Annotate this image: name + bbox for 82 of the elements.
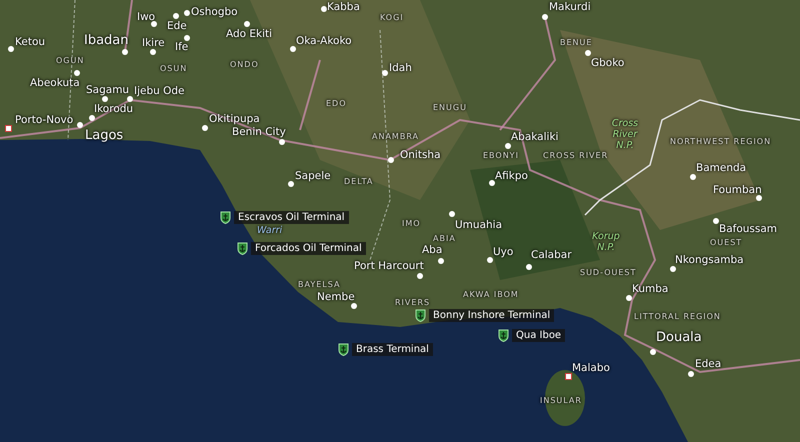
anchor-shield-icon[interactable] xyxy=(237,242,248,255)
city-label: Nkongsamba xyxy=(675,254,744,266)
city-label: Iwo xyxy=(137,11,156,24)
city-label: Ketou xyxy=(15,36,46,48)
city-label: Aba xyxy=(422,244,442,256)
capital-marker-icon xyxy=(565,373,572,380)
terminal-label: Escravos Oil Terminal xyxy=(234,211,349,224)
anchor-shield-icon[interactable] xyxy=(220,211,231,224)
city-label: Kumba xyxy=(632,283,668,296)
terminal-label: Forcados Oil Terminal xyxy=(251,242,366,255)
city-label: Ife xyxy=(175,41,188,54)
region-label: ONDO xyxy=(230,60,259,70)
region-label: ANAMBRA xyxy=(372,132,420,142)
city-label: Kabba xyxy=(327,1,360,14)
city-dot-icon xyxy=(127,96,133,102)
city-label: Benin City xyxy=(232,126,286,138)
anchor-shield-icon[interactable] xyxy=(338,343,349,356)
region-label: EDO xyxy=(326,99,347,108)
city-label: Calabar xyxy=(531,249,572,262)
city-label: Makurdi xyxy=(549,1,591,14)
city-label: Douala xyxy=(656,331,702,346)
city-label: Ede xyxy=(167,20,187,32)
region-label: INSULAR xyxy=(540,396,582,406)
city-label: Port Harcourt xyxy=(354,260,424,272)
city-dot-icon xyxy=(351,303,357,309)
region-label: EBONYI xyxy=(483,151,519,160)
city-label: Bafoussam xyxy=(719,223,778,236)
city-dot-icon xyxy=(102,96,108,102)
region-label: OSUN xyxy=(160,64,188,74)
region-label: BENUE xyxy=(560,38,592,48)
city-label: Ijebu Ode xyxy=(134,85,185,98)
terminal-label: Brass Terminal xyxy=(352,343,433,356)
region-label: IMO xyxy=(402,219,421,228)
city-label: Oshogbo xyxy=(191,6,238,18)
city-dot-icon xyxy=(151,21,157,27)
city-label: Edea xyxy=(695,358,722,370)
city-label: Ikire xyxy=(142,37,165,50)
region-label: KOGI xyxy=(380,13,404,22)
city-label: Idah xyxy=(389,62,412,74)
water-label: Warri xyxy=(257,226,282,237)
city-label: Gboko xyxy=(591,57,624,70)
city-dot-icon xyxy=(756,195,762,201)
park-label: Cross River N.P. xyxy=(610,119,640,152)
region-label: DELTA xyxy=(344,177,374,186)
anchor-shield-icon[interactable] xyxy=(415,309,426,322)
region-label: OUEST xyxy=(710,238,742,248)
city-label: Nembe xyxy=(317,291,355,304)
city-label: Onitsha xyxy=(400,149,441,162)
city-label: Porto-Novo xyxy=(15,114,74,126)
region-label: ABIA xyxy=(433,234,456,244)
city-label: Okitipupa xyxy=(209,113,260,126)
region-label: RIVERS xyxy=(395,298,430,308)
city-label: Lagos xyxy=(85,129,124,144)
city-label: Oka-Akoko xyxy=(296,35,352,48)
region-label: NORTHWEST REGION xyxy=(670,137,772,146)
terminal-label: Bonny Inshore Terminal xyxy=(429,309,554,322)
city-label: Ikorodu xyxy=(94,103,134,116)
region-label: CROSS RIVER xyxy=(543,151,608,160)
city-label: Bamenda xyxy=(696,162,746,174)
city-label: Afikpo xyxy=(495,170,528,182)
city-label: Abakaliki xyxy=(511,131,558,144)
region-label: OGUN xyxy=(56,56,84,66)
city-label: Malabo xyxy=(572,362,610,374)
city-label: Ado Ekiti xyxy=(226,28,272,40)
region-label: SUD-OUEST xyxy=(580,268,636,278)
region-label: LITTORAL REGION xyxy=(634,312,721,322)
city-dot-icon xyxy=(150,49,156,55)
city-label: Ibadan xyxy=(84,34,129,49)
city-label: Uyo xyxy=(493,246,514,258)
city-dot-icon xyxy=(279,139,285,145)
region-label: AKWA IBOM xyxy=(463,290,519,300)
city-label: Foumban xyxy=(713,184,762,196)
capital-marker-icon xyxy=(5,125,12,132)
region-label: BAYELSA xyxy=(298,280,340,290)
park-label: Korup N.P. xyxy=(591,232,621,254)
terminal-label: Qua Iboe xyxy=(512,329,566,342)
region-label: ENUGU xyxy=(433,103,467,112)
city-label: Sagamu xyxy=(86,84,130,96)
city-label: Sapele xyxy=(295,170,331,182)
city-label: Abeokuta xyxy=(30,77,80,90)
anchor-shield-icon[interactable] xyxy=(498,329,509,342)
city-label: Umuahia xyxy=(455,219,502,232)
